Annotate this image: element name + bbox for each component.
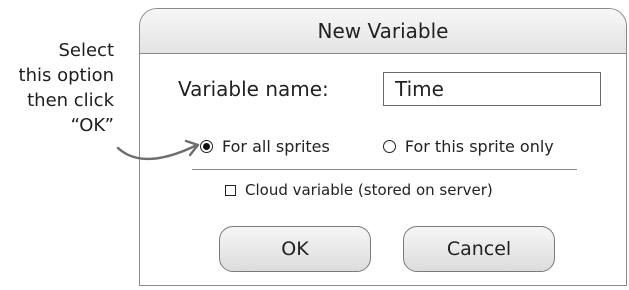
annotation-line: then click	[27, 90, 114, 111]
variable-name-input[interactable]	[383, 72, 601, 106]
annotation-line: Select	[58, 40, 114, 61]
radio-for-this-sprite-only-label: For this sprite only	[404, 137, 554, 156]
radio-for-all-sprites[interactable]: For all sprites	[200, 137, 330, 156]
scope-radio-group: For all sprites For this sprite only	[200, 137, 554, 156]
cancel-button[interactable]: Cancel	[403, 226, 555, 272]
annotation-line: this option	[18, 65, 114, 86]
radio-for-all-sprites-label: For all sprites	[222, 137, 330, 156]
radio-checked-icon[interactable]	[200, 140, 213, 153]
radio-for-this-sprite-only[interactable]: For this sprite only	[382, 137, 554, 156]
variable-name-label: Variable name:	[178, 77, 329, 101]
divider	[192, 169, 577, 170]
annotation-text: Select this option then click “OK”	[4, 38, 114, 138]
checkbox-unchecked-icon[interactable]	[225, 184, 236, 196]
radio-unchecked-icon[interactable]	[382, 140, 396, 153]
annotation-line: “OK”	[70, 115, 114, 136]
stage: Select this option then click “OK” New V…	[0, 0, 629, 290]
dialog-title: New Variable	[140, 9, 626, 54]
new-variable-dialog: New Variable Variable name: For all spri…	[139, 8, 627, 286]
cloud-variable-label: Cloud variable (stored on server)	[245, 181, 493, 199]
cloud-variable-option[interactable]: Cloud variable (stored on server)	[225, 181, 493, 199]
variable-name-row: Variable name:	[178, 72, 601, 106]
ok-button[interactable]: OK	[219, 226, 371, 272]
